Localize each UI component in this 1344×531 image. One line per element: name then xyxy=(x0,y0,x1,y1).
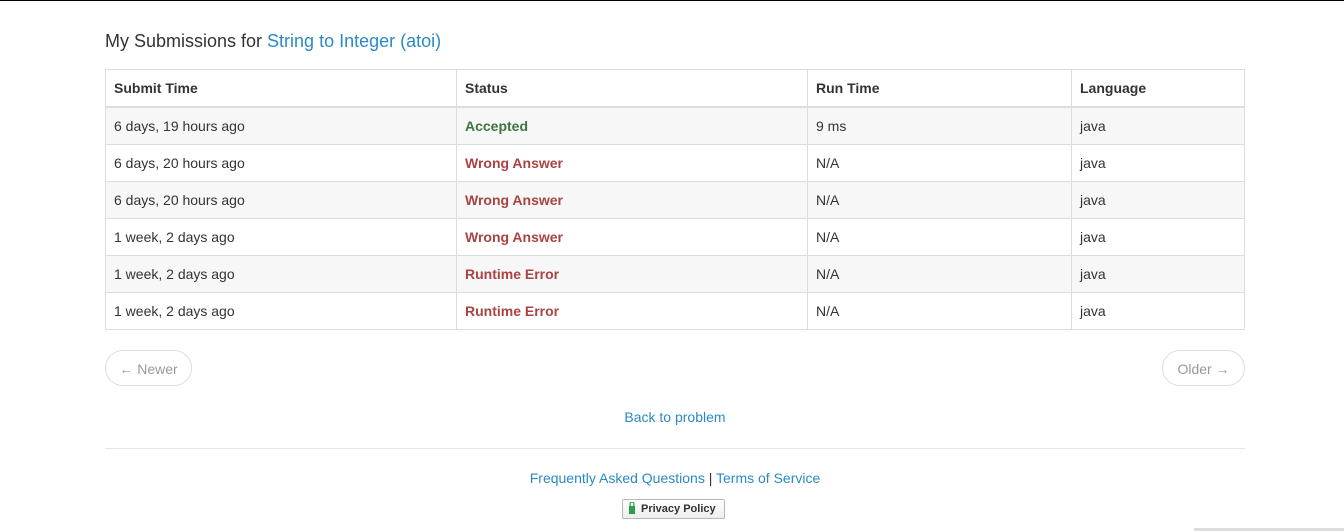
submit-time-cell: 1 week, 2 days ago xyxy=(105,292,457,330)
table-row: 6 days, 19 hours ago Accepted 9 ms java xyxy=(105,106,1245,145)
footer-separator: | xyxy=(708,470,713,486)
column-header-run-time: Run Time xyxy=(807,69,1072,108)
run-time-cell: 9 ms xyxy=(807,106,1072,145)
privacy-policy-button[interactable]: Privacy Policy xyxy=(622,499,725,519)
language-cell: java xyxy=(1071,106,1245,145)
run-time-cell: N/A xyxy=(807,218,1072,256)
table-row: 1 week, 2 days ago Runtime Error N/A jav… xyxy=(105,292,1245,330)
privacy-policy-label: Privacy Policy xyxy=(641,503,716,515)
back-link-container: Back to problem xyxy=(105,409,1245,425)
submit-time-cell: 6 days, 19 hours ago xyxy=(105,106,457,145)
newer-button[interactable]: ← Newer xyxy=(105,350,192,386)
language-cell: java xyxy=(1071,255,1245,293)
footer-divider xyxy=(105,448,1245,449)
language-cell: java xyxy=(1071,144,1245,182)
status-link[interactable]: Accepted xyxy=(465,118,528,134)
status-link[interactable]: Runtime Error xyxy=(465,266,559,282)
submit-time-cell: 1 week, 2 days ago xyxy=(105,218,457,256)
top-border xyxy=(0,0,1344,1)
status-link[interactable]: Runtime Error xyxy=(465,303,559,319)
language-cell: java xyxy=(1071,181,1245,219)
run-time-cell: N/A xyxy=(807,255,1072,293)
page-title: My Submissions for String to Integer (at… xyxy=(105,30,441,52)
column-header-status: Status xyxy=(456,69,808,108)
language-cell: java xyxy=(1071,292,1245,330)
submit-time-cell: 1 week, 2 days ago xyxy=(105,255,457,293)
table-row: 1 week, 2 days ago Wrong Answer N/A java xyxy=(105,218,1245,256)
back-to-problem-link[interactable]: Back to problem xyxy=(624,409,725,425)
table-row: 6 days, 20 hours ago Wrong Answer N/A ja… xyxy=(105,144,1245,182)
run-time-cell: N/A xyxy=(807,292,1072,330)
terms-link[interactable]: Terms of Service xyxy=(716,470,820,486)
problem-title-link[interactable]: String to Integer (atoi) xyxy=(267,31,441,51)
run-time-cell: N/A xyxy=(807,144,1072,182)
page-title-prefix: My Submissions for xyxy=(105,31,268,51)
run-time-cell: N/A xyxy=(807,181,1072,219)
faq-link[interactable]: Frequently Asked Questions xyxy=(530,470,705,486)
column-header-language: Language xyxy=(1071,69,1245,108)
submit-time-cell: 6 days, 20 hours ago xyxy=(105,144,457,182)
footer-links: Frequently Asked Questions | Terms of Se… xyxy=(105,470,1245,486)
status-link[interactable]: Wrong Answer xyxy=(465,155,563,171)
privacy-lock-icon xyxy=(629,501,635,515)
submissions-table: Submit Time Status Run Time Language 6 d… xyxy=(105,69,1245,330)
table-row: 1 week, 2 days ago Runtime Error N/A jav… xyxy=(105,255,1245,293)
table-row: 6 days, 20 hours ago Wrong Answer N/A ja… xyxy=(105,181,1245,219)
status-link[interactable]: Wrong Answer xyxy=(465,192,563,208)
column-header-submit-time: Submit Time xyxy=(105,69,457,108)
submit-time-cell: 6 days, 20 hours ago xyxy=(105,181,457,219)
older-button[interactable]: Older → xyxy=(1162,350,1245,386)
language-cell: java xyxy=(1071,218,1245,256)
table-header-row: Submit Time Status Run Time Language xyxy=(105,69,1245,108)
status-link[interactable]: Wrong Answer xyxy=(465,229,563,245)
